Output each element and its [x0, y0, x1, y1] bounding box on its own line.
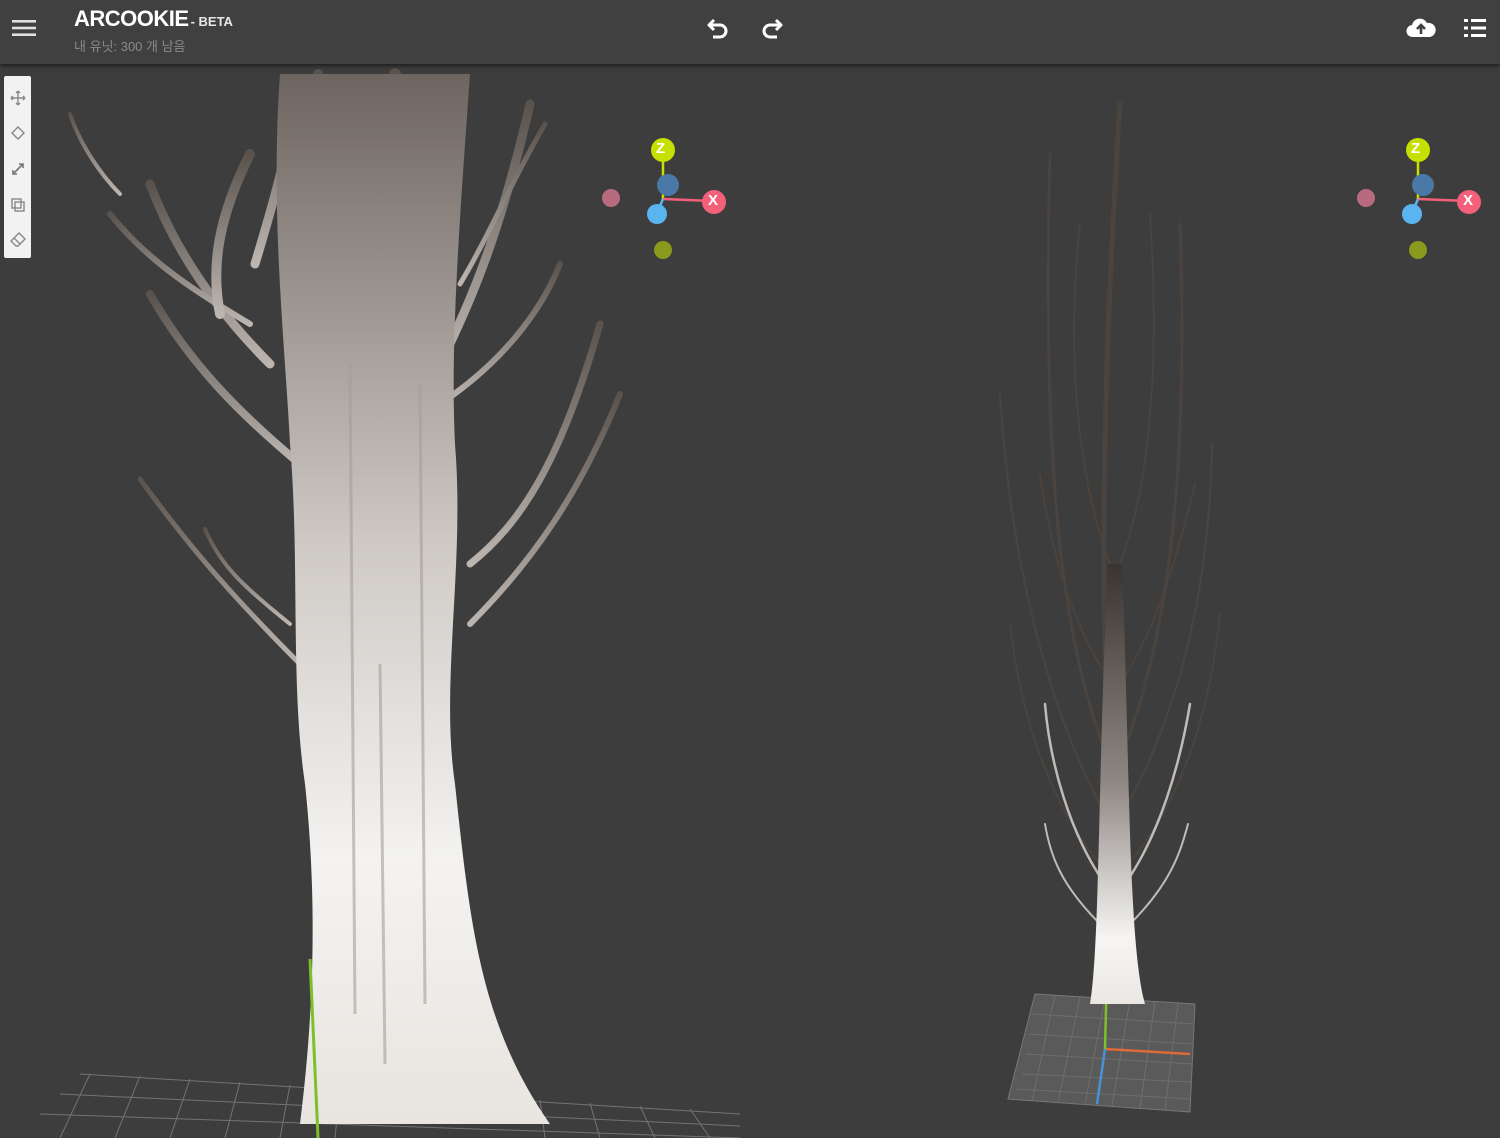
z-axis-label: Z: [656, 140, 666, 157]
tree-trunk: [276, 74, 550, 1124]
top-app-bar: ARCOOKIE - BETA 내 유닛: 300 개 남음: [0, 0, 1500, 64]
x-axis-label: X: [708, 192, 719, 209]
neg-z-handle: [654, 241, 672, 259]
gizmo-center: [1412, 174, 1434, 196]
axis-gizmo-left[interactable]: Z X: [595, 135, 735, 265]
brand: ARCOOKIE - BETA 내 유닛: 300 개 남음: [74, 6, 233, 55]
app-title: ARCOOKIE: [74, 6, 189, 31]
scale-icon[interactable]: [6, 151, 30, 187]
hamburger-menu-icon[interactable]: [4, 8, 44, 48]
axis-gizmo-right[interactable]: Z X: [1350, 135, 1490, 265]
duplicate-icon[interactable]: [6, 187, 30, 223]
transform-toolbox: [4, 76, 31, 258]
neg-x-handle: [1357, 189, 1375, 207]
beta-badge: - BETA: [190, 14, 233, 29]
move-icon[interactable]: [6, 80, 30, 116]
neg-x-handle: [602, 189, 620, 207]
y-handle: [647, 204, 667, 224]
rotate-icon[interactable]: [6, 116, 30, 152]
neg-z-handle: [1409, 241, 1427, 259]
undo-icon[interactable]: [698, 8, 738, 48]
cloud-upload-icon[interactable]: [1401, 8, 1441, 48]
list-icon[interactable]: [1455, 8, 1495, 48]
gizmo-center: [657, 174, 679, 196]
z-axis-label: Z: [1411, 140, 1421, 157]
eraser-icon[interactable]: [6, 222, 30, 258]
y-handle: [1402, 204, 1422, 224]
redo-icon[interactable]: [752, 8, 792, 48]
x-axis-label: X: [1463, 192, 1474, 209]
remaining-units: 내 유닛: 300 개 남음: [74, 39, 186, 54]
